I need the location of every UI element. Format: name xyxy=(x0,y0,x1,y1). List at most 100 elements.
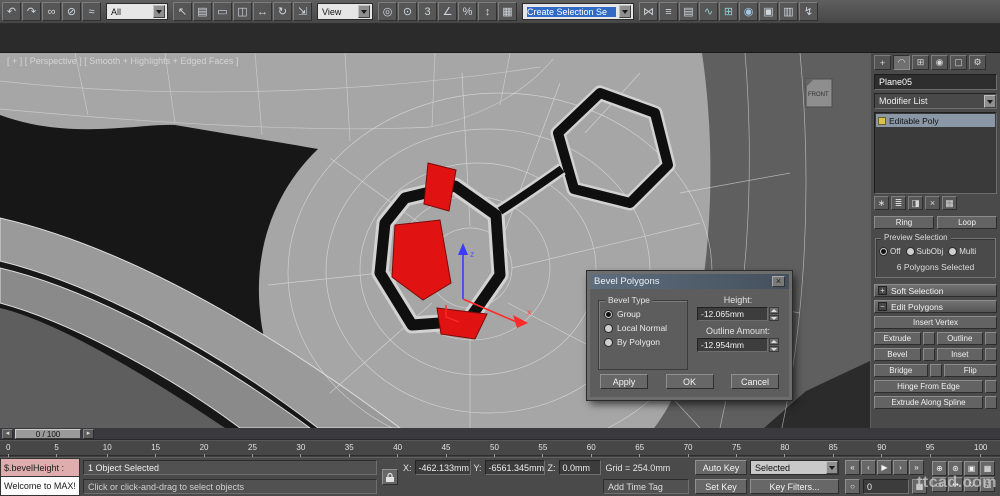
modify-tab[interactable]: ◠ xyxy=(893,55,910,70)
spinner-arrows[interactable] xyxy=(769,307,779,321)
select-and-link-icon[interactable]: ∞ xyxy=(42,2,61,21)
time-slider-handle[interactable]: 0 / 100 xyxy=(15,429,81,439)
extrude-along-spline-settings-button[interactable] xyxy=(985,396,997,409)
outline-amount-value[interactable]: -12.954mm xyxy=(697,338,768,352)
rectangular-selection-region-icon[interactable]: ▭ xyxy=(213,2,232,21)
front-viewport-note[interactable]: FRONT xyxy=(805,78,833,108)
modifier-stack[interactable]: Editable Poly xyxy=(874,112,997,194)
motion-tab[interactable]: ◉ xyxy=(931,55,948,70)
reference-coordinate-dropdown[interactable]: View xyxy=(317,3,373,20)
add-time-tag[interactable]: Add Time Tag xyxy=(603,479,689,494)
outline-button[interactable]: Outline xyxy=(936,332,983,345)
go-to-start-button[interactable]: « xyxy=(845,460,860,475)
y-coord-field[interactable]: -6561.345mm xyxy=(484,460,545,475)
select-and-rotate-icon[interactable]: ↻ xyxy=(273,2,292,21)
extrude-button[interactable]: Extrude xyxy=(874,332,921,345)
configure-modifier-sets-icon[interactable]: ▦ xyxy=(942,196,957,210)
schematic-view-icon[interactable]: ⊞ xyxy=(719,2,738,21)
previous-frame-button[interactable]: ‹ xyxy=(861,460,876,475)
quick-render-icon[interactable]: ↯ xyxy=(799,2,818,21)
bevel-type-group-radio[interactable]: Group xyxy=(604,309,682,319)
perspective-viewport[interactable]: z x FRONT [ + ] [ Perspective ] [ Smooth… xyxy=(0,53,870,428)
dialog-titlebar[interactable]: Bevel Polygons × xyxy=(590,274,789,289)
apply-button[interactable]: Apply xyxy=(600,374,648,389)
bevel-type-local-normal-radio[interactable]: Local Normal xyxy=(604,323,682,333)
spinner-snap-icon[interactable]: ↕ xyxy=(478,2,497,21)
next-frame-arrow[interactable]: ▸ xyxy=(83,429,94,439)
preview-subobj-radio[interactable]: SubObj xyxy=(905,247,943,256)
timeline-ruler[interactable]: 0 5 10 15 20 25 30 35 40 45 50 55 60 65 70 75 80 85 90 95 10… xyxy=(0,440,1000,457)
inset-settings-button[interactable] xyxy=(985,348,997,361)
select-and-manipulate-icon[interactable]: ⊙ xyxy=(398,2,417,21)
key-mode-toggle[interactable]: ○ xyxy=(845,479,860,494)
bind-to-spacewarp-icon[interactable]: ≈ xyxy=(82,2,101,21)
unlink-selection-icon[interactable]: ⊘ xyxy=(62,2,81,21)
hinge-from-edge-button[interactable]: Hinge From Edge xyxy=(874,380,983,393)
macro-recorder-line[interactable]: $.bevelHeight : xyxy=(0,458,80,477)
next-frame-button[interactable]: › xyxy=(893,460,908,475)
outline-amount-spinner[interactable]: -12.954mm xyxy=(697,338,779,352)
timeline[interactable]: ◂ 0 / 100 ▸ 0 5 10 15 20 25 30 35 40 45 50 55 60 65 70… xyxy=(0,428,1000,457)
preview-off-radio[interactable]: Off xyxy=(879,247,901,256)
insert-vertex-button[interactable]: Insert Vertex xyxy=(874,316,997,329)
select-by-name-icon[interactable]: ▤ xyxy=(193,2,212,21)
selection-lock-toggle[interactable] xyxy=(382,469,398,485)
chevron-down-icon[interactable] xyxy=(153,5,165,18)
inset-button[interactable]: Inset xyxy=(936,348,983,361)
render-setup-icon[interactable]: ▣ xyxy=(759,2,778,21)
hinge-settings-button[interactable] xyxy=(985,380,997,393)
select-object-icon[interactable]: ↖ xyxy=(173,2,192,21)
align-icon[interactable]: ≡ xyxy=(659,2,678,21)
extrude-settings-button[interactable] xyxy=(922,332,935,345)
hierarchy-tab[interactable]: ⊞ xyxy=(912,55,929,70)
percent-snap-icon[interactable]: % xyxy=(458,2,477,21)
x-coord-field[interactable]: -462.133mm xyxy=(414,460,471,475)
selection-filter-dropdown[interactable]: All xyxy=(106,3,168,20)
spinner-arrows[interactable] xyxy=(769,338,779,352)
loop-button[interactable]: Loop xyxy=(937,216,997,229)
undo-icon[interactable]: ↶ xyxy=(2,2,21,21)
auto-key-button[interactable]: Auto Key xyxy=(695,460,747,475)
redo-icon[interactable]: ↷ xyxy=(22,2,41,21)
chevron-down-icon[interactable] xyxy=(826,461,838,474)
ring-button[interactable]: Ring xyxy=(874,216,934,229)
modifier-list-dropdown[interactable]: Modifier List xyxy=(874,93,997,109)
remove-modifier-icon[interactable]: × xyxy=(925,196,940,210)
rendered-frame-window-icon[interactable]: ▥ xyxy=(779,2,798,21)
show-end-result-icon[interactable]: ≣ xyxy=(891,196,906,210)
bevel-type-by-polygon-radio[interactable]: By Polygon xyxy=(604,337,682,347)
graph-editors-icon[interactable]: ∿ xyxy=(699,2,718,21)
pin-stack-icon[interactable]: ∗ xyxy=(874,196,889,210)
key-filters-button[interactable]: Key Filters... xyxy=(750,479,839,494)
object-name-field[interactable]: Plane05 xyxy=(874,74,997,90)
angle-snap-icon[interactable]: ∠ xyxy=(438,2,457,21)
select-and-scale-icon[interactable]: ⇲ xyxy=(293,2,312,21)
edit-named-selection-sets-icon[interactable]: ▦ xyxy=(498,2,517,21)
chevron-down-icon[interactable] xyxy=(358,5,370,18)
go-to-end-button[interactable]: » xyxy=(909,460,924,475)
z-coord-field[interactable]: 0.0mm xyxy=(558,460,601,475)
play-button[interactable]: ▶ xyxy=(877,460,892,475)
bridge-settings-button[interactable] xyxy=(929,364,942,377)
chevron-down-icon[interactable] xyxy=(619,5,631,18)
edit-polygons-rollout[interactable]: − Edit Polygons xyxy=(874,300,997,313)
make-unique-icon[interactable]: ◨ xyxy=(908,196,923,210)
layer-manager-icon[interactable]: ▤ xyxy=(679,2,698,21)
utilities-tab[interactable]: ⚙ xyxy=(969,55,986,70)
maxscript-listener-line[interactable]: Welcome to MAX! xyxy=(0,477,80,496)
selected-dropdown[interactable]: Selected xyxy=(750,460,839,475)
cancel-button[interactable]: Cancel xyxy=(731,374,779,389)
soft-selection-rollout[interactable]: + Soft Selection xyxy=(874,284,997,297)
ok-button[interactable]: OK xyxy=(665,374,714,389)
current-frame-field[interactable]: 0 xyxy=(863,479,909,494)
use-pivot-point-icon[interactable]: ◎ xyxy=(378,2,397,21)
set-key-button[interactable]: Set Key xyxy=(695,479,747,494)
height-spinner[interactable]: -12.065mm xyxy=(697,307,779,321)
named-selection-sets-dropdown[interactable]: Create Selection Se xyxy=(522,3,634,20)
create-tab[interactable]: + xyxy=(874,55,891,70)
snaps-toggle-icon[interactable]: 3 xyxy=(418,2,437,21)
bevel-settings-button[interactable] xyxy=(922,348,935,361)
flip-button[interactable]: Flip xyxy=(943,364,997,377)
material-editor-icon[interactable]: ◉ xyxy=(739,2,758,21)
select-and-move-icon[interactable]: ↔ xyxy=(253,2,272,21)
